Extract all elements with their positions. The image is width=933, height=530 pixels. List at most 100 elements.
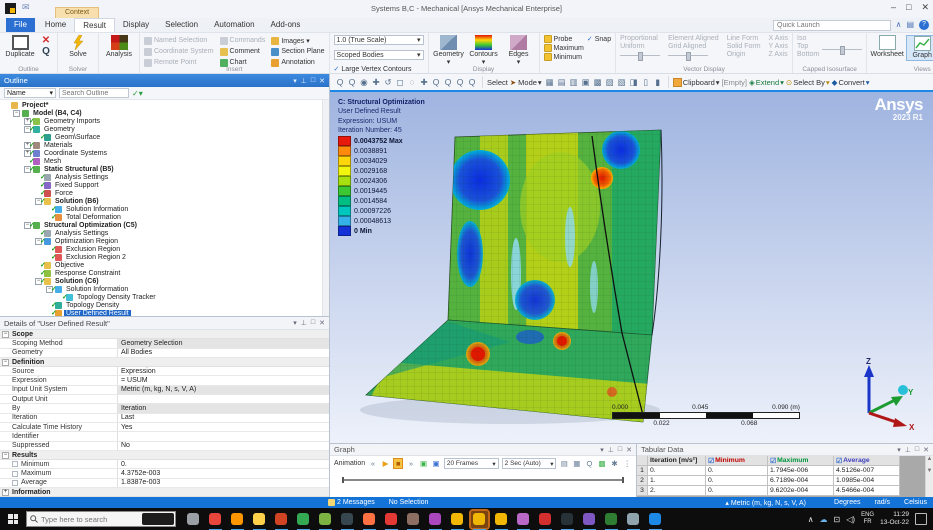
mode-dropdown[interactable]: ➤ <box>510 78 516 87</box>
maximum-button[interactable]: Maximum <box>544 44 584 52</box>
details-property-value[interactable]: Geometry Selection <box>118 339 329 347</box>
tree-item[interactable]: −✓Solution Information <box>0 285 322 293</box>
taskbar-app-icon[interactable] <box>339 511 356 528</box>
taskbar-app-icon[interactable] <box>185 511 202 528</box>
tree-item[interactable]: Project* <box>0 101 322 109</box>
zoom-prev-icon[interactable]: Q <box>454 76 466 88</box>
zoom-out-icon[interactable]: Q <box>346 76 358 88</box>
vertex-filter-icon[interactable]: ▦ <box>544 76 556 88</box>
tree-item[interactable]: ✓Geom\Surface <box>0 133 322 141</box>
column-header-min[interactable]: ☑Minimum <box>706 456 768 466</box>
details-section-results[interactable]: −Results <box>0 451 329 460</box>
panel-menu-icon[interactable]: ▾ <box>293 319 297 327</box>
contours-button[interactable]: Contours▾ <box>468 35 500 66</box>
tree-item[interactable]: −✓Structural Optimization (C5) <box>0 221 322 229</box>
grid-icon[interactable]: ▦ <box>572 458 582 469</box>
details-property-value[interactable]: No <box>118 442 329 450</box>
tabular-panel-header[interactable]: Tabular Data ▾ ⊥ □ ✕ <box>637 444 933 456</box>
zoom-in-icon[interactable]: Q <box>334 76 346 88</box>
taskbar-app-icon[interactable] <box>229 511 246 528</box>
section-icon[interactable]: ▮ <box>652 76 664 88</box>
scale-select[interactable]: 1.0 (True Scale)▾ <box>334 35 424 45</box>
taskbar-app-icon[interactable] <box>581 511 598 528</box>
search-widget-badge[interactable] <box>142 513 174 525</box>
orbit-icon[interactable]: ◉ <box>358 76 370 88</box>
edge-filter-icon[interactable]: ▤ <box>556 76 568 88</box>
float-icon[interactable]: □ <box>311 77 315 85</box>
box-select-icon[interactable]: ◻ <box>394 76 406 88</box>
tree-item[interactable]: ✓Fixed Support <box>0 181 322 189</box>
language-indicator[interactable]: ENG FR <box>861 512 874 525</box>
tree-item[interactable]: ✓User Defined Result <box>0 309 322 316</box>
tree-item[interactable]: +✓Materials <box>0 141 322 149</box>
table-row[interactable]: 10.0.1.7945e-0064.5126e-007 <box>637 466 933 476</box>
tabular-scrollbar[interactable]: ▲▼ <box>925 456 933 497</box>
table-row[interactable]: 21.0.6.7189e-0041.0985e-004 <box>637 476 933 486</box>
pin-icon[interactable]: ⊥ <box>905 446 911 454</box>
close-icon[interactable]: ✕ <box>319 319 325 327</box>
tree-item[interactable]: ✓Exclusion Region <box>0 245 322 253</box>
clock[interactable]: 11:29 13-Oct-22 <box>880 511 909 527</box>
geometry-display-button[interactable]: Geometry▾ <box>433 35 465 66</box>
taskbar-app-icon[interactable] <box>647 511 664 528</box>
scoped-bodies-select[interactable]: Scoped Bodies▾ <box>334 50 424 60</box>
frames-select[interactable]: 20 Frames▾ <box>444 458 499 469</box>
more-icon[interactable]: ⋮ <box>622 458 632 469</box>
collapse-ribbon-icon[interactable]: ∧ <box>896 20 902 30</box>
graph-view-button[interactable]: Graph <box>906 35 933 61</box>
duration-select[interactable]: 2 Sec (Auto)▾ <box>502 458 557 469</box>
taskbar-app-icon[interactable] <box>427 511 444 528</box>
checkbox-icon[interactable]: ☑ <box>708 457 714 465</box>
name-filter-select[interactable]: Name▾ <box>4 88 56 98</box>
tray-chevron-icon[interactable]: ∧ <box>808 515 814 524</box>
coordinate-triad[interactable]: Z Y X <box>853 357 917 431</box>
tree-item[interactable]: −✓Solution (B6) <box>0 197 322 205</box>
tree-item[interactable]: ✓Analysis Settings <box>0 229 322 237</box>
tree-item[interactable]: −Model (B4, C4) <box>0 109 322 117</box>
analysis-button[interactable]: Analysis <box>103 35 135 59</box>
taskbar-app-icon[interactable] <box>273 511 290 528</box>
close-button[interactable]: ✕ <box>921 2 929 13</box>
quick-launch-input[interactable] <box>773 20 891 31</box>
body-filter-icon[interactable]: ▣ <box>580 76 592 88</box>
taskbar-app-icon[interactable] <box>625 511 642 528</box>
tree-item[interactable]: ✓Topology Density Tracker <box>0 293 322 301</box>
table-row[interactable]: 32.0.9.6202e-0044.5466e-004 <box>637 486 933 496</box>
maximize-button[interactable]: □ <box>906 2 911 13</box>
mode-dropdown-label[interactable]: Mode▾ <box>518 78 542 87</box>
tree-item[interactable]: ✓Exclusion Region 2 <box>0 253 322 261</box>
taskbar-app-icon[interactable] <box>603 511 620 528</box>
play-icon[interactable]: ▶ <box>381 458 391 469</box>
details-property-value[interactable]: Expression <box>118 367 329 375</box>
ribbon-tab-selection[interactable]: Selection <box>157 18 206 32</box>
details-property-value[interactable]: Last <box>118 414 329 422</box>
element-filter-icon[interactable]: ▨ <box>604 76 616 88</box>
export-frames-icon[interactable]: ▣ <box>419 458 429 469</box>
float-icon[interactable]: □ <box>915 446 919 454</box>
ribbon-tab-display[interactable]: Display <box>115 18 157 32</box>
probe-chart-icon[interactable]: ✱ <box>610 458 620 469</box>
node-filter-icon[interactable]: ▩ <box>592 76 604 88</box>
tree-item[interactable]: +✓Coordinate Systems <box>0 149 322 157</box>
close-icon[interactable]: ✕ <box>626 446 632 454</box>
ribbon-tab-home[interactable]: Home <box>37 18 74 32</box>
notification-center-icon[interactable] <box>915 513 927 525</box>
network-icon[interactable]: ⊡ <box>834 515 841 524</box>
volume-icon[interactable]: ◁) <box>846 515 855 524</box>
start-button[interactable] <box>0 508 26 530</box>
ribbon-tab-automation[interactable]: Automation <box>206 18 262 32</box>
collapse-icon[interactable]: − <box>2 331 9 338</box>
rotate-icon[interactable]: ↺ <box>382 76 394 88</box>
taskbar-search[interactable] <box>26 511 176 527</box>
taskbar-app-icon[interactable] <box>471 511 488 528</box>
collapse-icon[interactable]: − <box>2 452 9 459</box>
isosurface-slider[interactable] <box>822 49 862 50</box>
details-property-value[interactable]: 1.8387e-003 <box>118 479 329 487</box>
tree-item[interactable]: −✓Optimization Region <box>0 237 322 245</box>
worksheet-button[interactable]: Worksheet <box>871 35 903 59</box>
insert-section-plane-button[interactable]: Section Plane <box>271 48 324 56</box>
close-icon[interactable]: ✕ <box>923 446 929 454</box>
taskbar-app-icon[interactable] <box>537 511 554 528</box>
taskbar-app-icon[interactable] <box>515 511 532 528</box>
extend-filter-icon[interactable]: ◨ <box>628 76 640 88</box>
